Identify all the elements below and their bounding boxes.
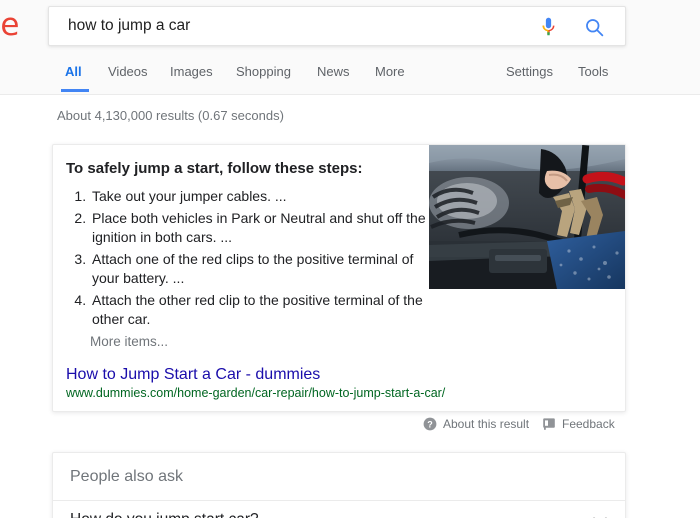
snippet-step-item: Attach one of the red clips to the posit… [90,250,432,288]
tab-more[interactable]: More [375,58,405,86]
search-nav-tabs: All Videos Images Shopping News More Set… [0,58,700,95]
chevron-down-icon[interactable] [592,513,608,518]
microphone-icon[interactable] [538,16,559,38]
about-this-result-label: About this result [443,417,530,431]
snippet-result-title-link[interactable]: How to Jump Start a Car - dummies [66,364,320,385]
snippet-step-item: Place both vehicles in Park or Neutral a… [90,209,432,247]
snippet-card-footer: ? About this result Feedback [52,416,626,434]
logo-letter-e: e [0,7,19,43]
tab-shopping[interactable]: Shopping [236,58,291,86]
question-circle-icon: ? [423,417,437,431]
jumper-cables-engine-photo[interactable] [429,145,625,289]
active-tab-underline [61,89,89,92]
people-also-ask-card: People also ask How do you jump start ca… [52,452,626,518]
search-header: gle All Videos [0,0,700,95]
search-box [48,6,626,46]
flag-icon [542,417,556,431]
tab-videos[interactable]: Videos [108,58,148,86]
tab-news[interactable]: News [317,58,350,86]
snippet-steps-list: Take out your jumper cables. ... Place b… [66,187,432,332]
snippet-result-url[interactable]: www.dummies.com/home-garden/car-repair/h… [66,385,445,401]
more-items-link[interactable]: More items... [90,333,168,351]
snippet-title: To safely jump a start, follow these ste… [66,160,363,177]
tab-all[interactable]: All [65,58,82,86]
divider [53,500,625,501]
featured-snippet-card: To safely jump a start, follow these ste… [52,144,626,412]
feedback-label: Feedback [562,417,615,431]
snippet-step-item: Attach the other red clip to the positiv… [90,291,432,329]
settings-button[interactable]: Settings [506,58,553,86]
tab-images[interactable]: Images [170,58,213,86]
svg-text:?: ? [427,419,433,429]
people-also-ask-header: People also ask [70,468,183,485]
search-submit-button[interactable] [584,17,605,38]
search-input[interactable] [66,7,546,45]
google-search-results-page: gle All Videos [0,0,700,518]
google-logo[interactable]: gle [0,7,19,43]
tools-button[interactable]: Tools [578,58,608,86]
result-stats: About 4,130,000 results (0.67 seconds) [57,108,284,123]
people-also-ask-question[interactable]: How do you jump start car? [70,509,259,518]
snippet-step-item: Take out your jumper cables. ... [90,187,432,206]
